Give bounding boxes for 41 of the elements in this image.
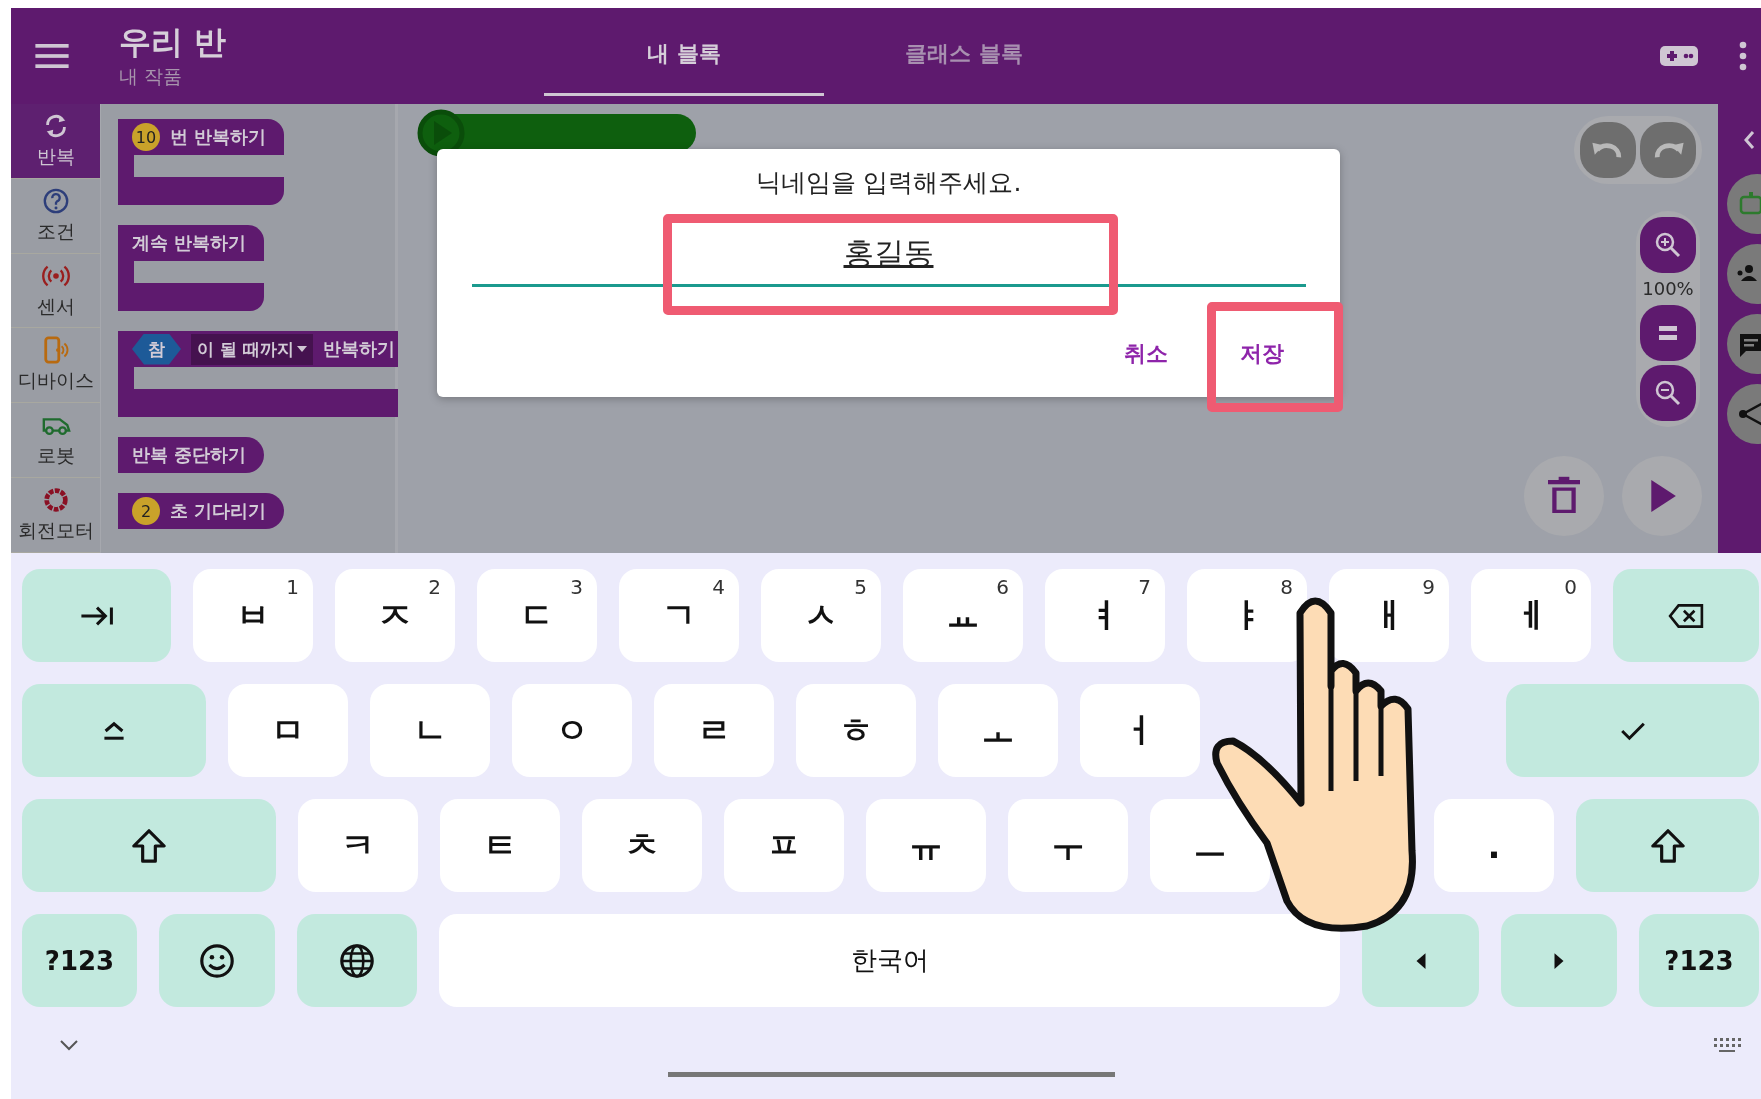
boolean-input[interactable]: 참: [132, 333, 181, 365]
letter-key[interactable]: ㅌ: [440, 799, 560, 892]
letter-key[interactable]: ㅓ: [1080, 684, 1200, 777]
symbols-key[interactable]: ?123: [22, 914, 137, 1007]
condition-dropdown[interactable]: 이 될 때까지: [191, 333, 313, 365]
number-input[interactable]: 10: [132, 123, 160, 151]
cancel-button[interactable]: 취소: [1108, 325, 1184, 383]
letter-key[interactable]: ㄴ: [370, 684, 490, 777]
block-tab[interactable]: 클래스 블록: [824, 14, 1104, 96]
block-label: 반복 중단하기: [132, 443, 247, 467]
class-title: 우리 반: [119, 22, 228, 62]
letter-key[interactable]: ㅜ: [1008, 799, 1128, 892]
letter-key[interactable]: ㅊ: [582, 799, 702, 892]
block-label: 반복하기: [322, 337, 395, 361]
command-block[interactable]: 반복 중단하기: [118, 437, 265, 473]
number-input[interactable]: 2: [132, 497, 160, 525]
space-key[interactable]: 한국어: [439, 914, 1340, 1007]
letter-key[interactable]: ㅡ: [1150, 799, 1270, 892]
loop-block[interactable]: 계속 반복하기: [118, 225, 265, 311]
loop-block[interactable]: 10 번 반복하기: [118, 119, 285, 205]
letter-key[interactable]: ㄹ: [654, 684, 774, 777]
zoom-level: 100%: [1642, 277, 1694, 301]
block-label: 번 반복하기: [170, 125, 267, 149]
category-item[interactable]: 반복: [11, 104, 100, 179]
symbols-key[interactable]: ?123: [1639, 914, 1759, 1007]
nickname-field[interactable]: 홍길동: [471, 229, 1306, 287]
block-tab[interactable]: 내 블록: [544, 14, 824, 96]
letter-key[interactable]: ㅇ: [512, 684, 632, 777]
letter-key[interactable]: ㅗ: [938, 684, 1058, 777]
dialog-title: 닉네임을 입력해주세요.: [755, 167, 1022, 199]
block-label: 초 기다리기: [170, 499, 267, 523]
save-button[interactable]: 저장: [1224, 325, 1300, 383]
letter-key[interactable]: ㅎ: [796, 684, 916, 777]
letter-key[interactable]: ㅍ: [724, 799, 844, 892]
command-block[interactable]: 2 초 기다리기: [118, 493, 285, 529]
block-label: 계속 반복하기: [132, 231, 247, 255]
project-subtitle: 내 작품: [119, 64, 184, 89]
letter-key[interactable]: .: [1434, 799, 1554, 892]
letter-key[interactable]: ㅋ: [298, 799, 418, 892]
letter-key[interactable]: ㅠ: [866, 799, 986, 892]
letter-key[interactable]: ㅁ: [228, 684, 348, 777]
